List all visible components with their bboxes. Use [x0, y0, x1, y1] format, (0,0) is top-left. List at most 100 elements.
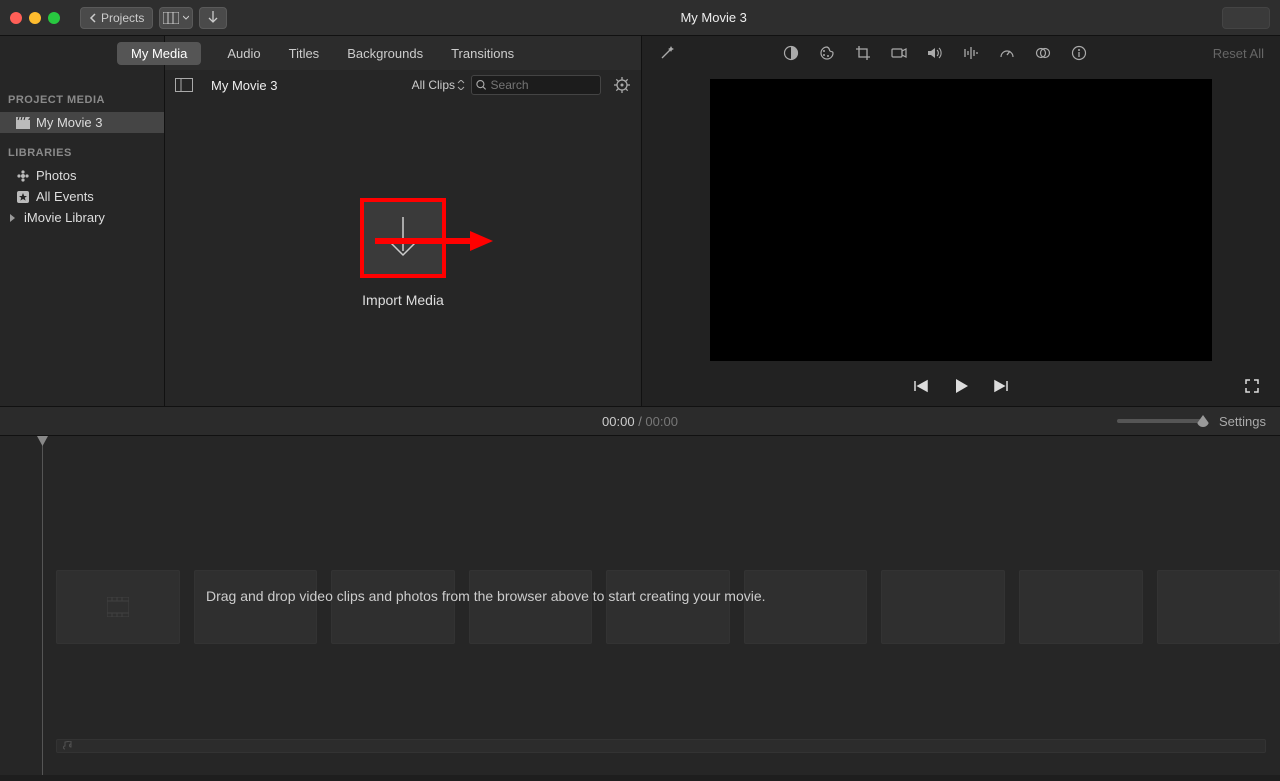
- next-frame-button[interactable]: [991, 376, 1011, 396]
- zoom-window-button[interactable]: [48, 12, 60, 24]
- back-label: Projects: [101, 11, 144, 25]
- viewer: Reset All: [642, 36, 1280, 406]
- clip-placeholder: [881, 570, 1005, 644]
- chevron-down-icon: [183, 15, 189, 21]
- viewer-toolbar: Reset All: [642, 36, 1280, 70]
- sidebar-item-project[interactable]: My Movie 3: [0, 112, 164, 133]
- clip-placeholder: [606, 570, 730, 644]
- clip-filter-button[interactable]: [1034, 44, 1052, 62]
- minimize-window-button[interactable]: [29, 12, 41, 24]
- top-area: PROJECT MEDIA My Movie 3 LIBRARIES Photo…: [0, 36, 1280, 406]
- viewer-canvas-area: [642, 70, 1280, 366]
- clip-placeholder: [1157, 570, 1280, 644]
- gear-icon: [614, 77, 630, 93]
- sidebar-all-events-label: All Events: [36, 189, 94, 204]
- media-browser: My Media Audio Titles Backgrounds Transi…: [165, 36, 642, 406]
- sidebar-toggle-button[interactable]: [173, 76, 195, 94]
- tab-audio[interactable]: Audio: [225, 42, 262, 65]
- noise-reduction-button[interactable]: [962, 44, 980, 62]
- timeline-header-right: Settings: [1117, 414, 1266, 429]
- playhead[interactable]: [42, 436, 43, 775]
- clip-placeholder: [469, 570, 593, 644]
- speaker-icon: [927, 46, 943, 60]
- clip-placeholder: [1019, 570, 1143, 644]
- color-correction-button[interactable]: [818, 44, 836, 62]
- share-button[interactable]: [1222, 7, 1270, 29]
- download-arrow-icon: [207, 11, 219, 25]
- info-icon: [1071, 45, 1087, 61]
- browser-settings-button[interactable]: [611, 74, 633, 96]
- sidebar-header-libraries: LIBRARIES: [0, 143, 164, 165]
- zoom-slider[interactable]: [1117, 419, 1205, 423]
- palette-icon: [819, 45, 835, 61]
- clip-filter-dropdown[interactable]: All Clips: [412, 78, 465, 92]
- sidebar-item-imovie-library[interactable]: iMovie Library: [0, 207, 164, 228]
- timeline-settings-button[interactable]: Settings: [1219, 414, 1266, 429]
- sidebar-project-label: My Movie 3: [36, 115, 102, 130]
- photos-icon: [16, 169, 30, 183]
- expand-icon: [1244, 378, 1260, 394]
- browser-body: Import Media: [165, 100, 641, 406]
- info-button[interactable]: [1070, 44, 1088, 62]
- timeline-audio-track[interactable]: [56, 739, 1266, 753]
- crop-button[interactable]: [854, 44, 872, 62]
- tab-my-media[interactable]: My Media: [117, 42, 201, 65]
- tab-transitions[interactable]: Transitions: [449, 42, 516, 65]
- equalizer-icon: [963, 46, 979, 60]
- viewer-canvas[interactable]: [710, 79, 1212, 361]
- current-time: 00:00: [602, 414, 635, 429]
- sidebar-item-all-events[interactable]: All Events: [0, 186, 164, 207]
- speed-button[interactable]: [998, 44, 1016, 62]
- crop-icon: [855, 45, 871, 61]
- star-icon: [16, 190, 30, 204]
- sidebar-header-project-media: PROJECT MEDIA: [0, 90, 164, 112]
- speedometer-icon: [999, 45, 1015, 61]
- prev-frame-button[interactable]: [911, 376, 931, 396]
- timeline-timecode: 00:00 / 00:00: [602, 414, 678, 429]
- tab-backgrounds[interactable]: Backgrounds: [345, 42, 425, 65]
- updown-icon: [457, 80, 465, 90]
- browser-tabs: My Media Audio Titles Backgrounds Transi…: [165, 36, 641, 70]
- search-input[interactable]: [491, 78, 596, 92]
- sidebar-item-photos[interactable]: Photos: [0, 165, 164, 186]
- filmstrip-icon: [107, 597, 129, 617]
- sidebar-toggle-icon: [175, 78, 193, 92]
- clip-placeholder: [194, 570, 318, 644]
- import-button[interactable]: [199, 7, 227, 29]
- clapperboard-icon: [16, 116, 30, 130]
- browser-title: My Movie 3: [211, 78, 277, 93]
- tab-titles[interactable]: Titles: [287, 42, 322, 65]
- sidebar-imovie-library-label: iMovie Library: [24, 210, 105, 225]
- search-field[interactable]: [471, 75, 601, 95]
- enhance-button[interactable]: [658, 44, 676, 62]
- import-media-label: Import Media: [362, 292, 444, 308]
- disclosure-triangle-icon[interactable]: [8, 211, 18, 225]
- stabilization-button[interactable]: [890, 44, 908, 62]
- volume-button[interactable]: [926, 44, 944, 62]
- clip-placeholder: [744, 570, 868, 644]
- toolbar-right: [1200, 7, 1270, 29]
- toolbar-left-group: Projects: [80, 7, 227, 29]
- search-icon: [476, 79, 487, 91]
- overlap-circles-icon: [1035, 46, 1051, 60]
- close-window-button[interactable]: [10, 12, 22, 24]
- sidebar-photos-label: Photos: [36, 168, 76, 183]
- library-list-button[interactable]: [159, 7, 193, 29]
- titlebar: Projects My Movie 3: [0, 0, 1280, 36]
- clip-filter-label: All Clips: [412, 78, 455, 92]
- sidebar: PROJECT MEDIA My Movie 3 LIBRARIES Photo…: [0, 36, 165, 406]
- half-circle-icon: [783, 45, 799, 61]
- timeline[interactable]: Drag and drop video clips and photos fro…: [0, 436, 1280, 775]
- fullscreen-button[interactable]: [1242, 376, 1262, 396]
- camera-icon: [891, 46, 907, 60]
- filmstrip-icon: [163, 12, 179, 24]
- viewer-playback-controls: [642, 366, 1280, 406]
- color-balance-button[interactable]: [782, 44, 800, 62]
- back-to-projects-button[interactable]: Projects: [80, 7, 153, 29]
- reset-all-button[interactable]: Reset All: [1213, 46, 1264, 61]
- wand-icon: [658, 44, 676, 62]
- clip-placeholder: [56, 570, 180, 644]
- browser-toolbar: My Movie 3 All Clips: [165, 70, 641, 100]
- play-button[interactable]: [951, 376, 971, 396]
- zoom-slider-handle[interactable]: [1197, 415, 1209, 427]
